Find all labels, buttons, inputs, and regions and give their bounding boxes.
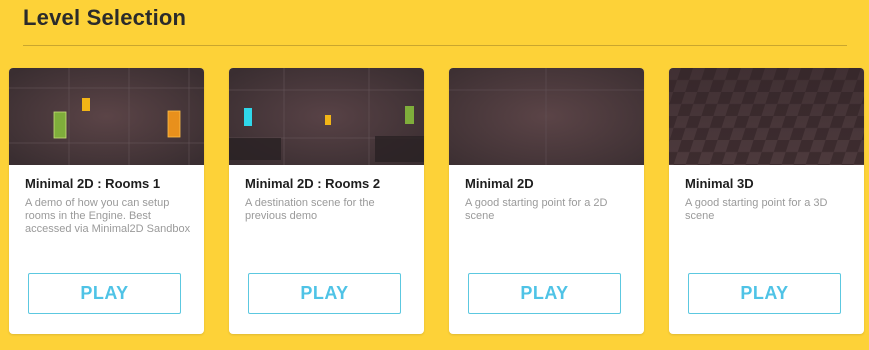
title-divider (23, 45, 847, 46)
level-card-list: Minimal 2D : Rooms 1 A demo of how you c… (9, 68, 864, 334)
level-description: A good starting point for a 2D scene (465, 197, 608, 222)
level-thumbnail-rooms1 (9, 68, 204, 165)
play-button-minimal3d[interactable]: PLAY (688, 273, 841, 314)
level-card-minimal3d: Minimal 3D A good starting point for a 3… (669, 68, 864, 334)
page-title: Level Selection (23, 5, 187, 30)
play-button-rooms2[interactable]: PLAY (248, 273, 401, 314)
level-description: A good starting point for a 3D scene (685, 197, 828, 222)
level-card-rooms2: Minimal 2D : Rooms 2 A destination scene… (229, 68, 424, 334)
level-title: Minimal 2D (465, 176, 534, 191)
level-thumbnail-minimal3d (669, 68, 864, 165)
level-description: A demo of how you can setup rooms in the… (25, 197, 191, 235)
level-title: Minimal 2D : Rooms 1 (25, 176, 161, 191)
level-title: Minimal 3D (685, 176, 754, 191)
level-card-rooms1: Minimal 2D : Rooms 1 A demo of how you c… (9, 68, 204, 334)
level-card-minimal2d: Minimal 2D A good starting point for a 2… (449, 68, 644, 334)
level-title: Minimal 2D : Rooms 2 (245, 176, 381, 191)
level-thumbnail-rooms2 (229, 68, 424, 165)
level-thumbnail-minimal2d (449, 68, 644, 165)
play-button-minimal2d[interactable]: PLAY (468, 273, 621, 314)
play-button-rooms1[interactable]: PLAY (28, 273, 181, 314)
level-description: A destination scene for the previous dem… (245, 197, 375, 222)
